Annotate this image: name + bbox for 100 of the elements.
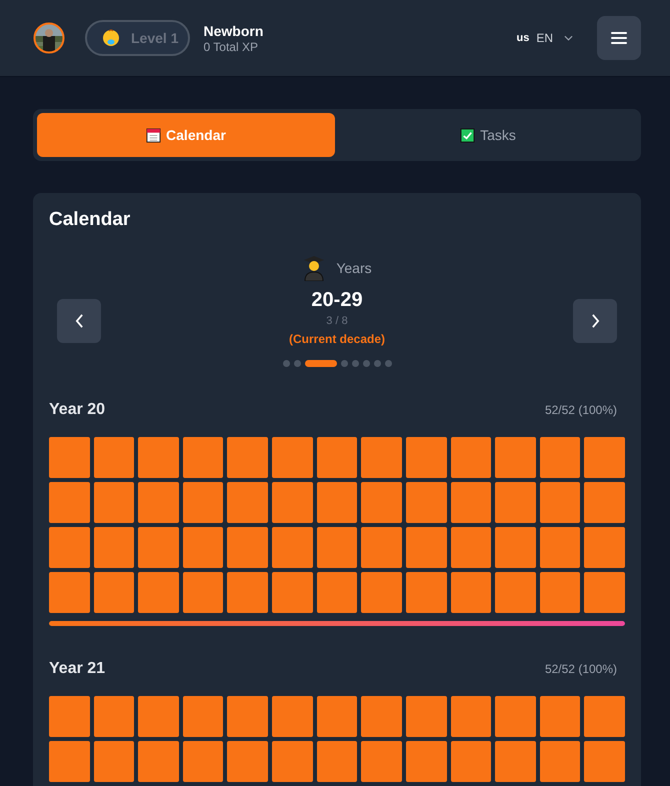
tab[interactable]: Tasks xyxy=(339,113,637,157)
week-cell[interactable] xyxy=(227,437,268,478)
week-cell[interactable] xyxy=(540,527,580,568)
week-cell[interactable] xyxy=(406,696,447,737)
week-cell[interactable] xyxy=(272,741,313,782)
week-cell[interactable] xyxy=(227,572,268,613)
week-cell[interactable] xyxy=(272,572,313,613)
week-cell[interactable] xyxy=(94,482,134,523)
week-cell[interactable] xyxy=(227,741,268,782)
week-cell[interactable] xyxy=(316,482,358,523)
week-cell[interactable] xyxy=(182,696,224,737)
week-cell[interactable] xyxy=(49,527,90,568)
menu-icon xyxy=(611,31,627,45)
week-cell[interactable] xyxy=(540,696,580,737)
week-cell[interactable] xyxy=(584,696,625,737)
week-cell[interactable] xyxy=(227,696,268,737)
week-cell[interactable] xyxy=(49,437,90,478)
week-cell[interactable] xyxy=(182,527,224,568)
rank-title: Newborn xyxy=(203,22,264,38)
week-cell[interactable] xyxy=(94,437,134,478)
week-cell[interactable] xyxy=(406,572,447,613)
week-cell[interactable] xyxy=(361,572,402,613)
week-cell[interactable] xyxy=(540,741,580,782)
week-cell[interactable] xyxy=(495,696,536,737)
week-cell[interactable] xyxy=(182,741,224,782)
week-cell[interactable] xyxy=(182,437,224,478)
week-cell[interactable] xyxy=(450,482,492,523)
page-dot[interactable] xyxy=(282,360,290,367)
week-cell[interactable] xyxy=(361,437,402,478)
week-cell[interactable] xyxy=(272,482,313,523)
week-cell[interactable] xyxy=(94,741,134,782)
year-title: Year 20 xyxy=(49,401,106,419)
week-cell[interactable] xyxy=(182,572,224,613)
week-cell[interactable] xyxy=(495,527,536,568)
page-dot[interactable] xyxy=(374,360,380,367)
week-cell[interactable] xyxy=(495,482,536,523)
week-cell[interactable] xyxy=(406,527,447,568)
week-cell[interactable] xyxy=(227,527,268,568)
week-cell[interactable] xyxy=(361,527,402,568)
week-cell[interactable] xyxy=(316,437,358,478)
week-cell[interactable] xyxy=(227,482,268,523)
week-cell[interactable] xyxy=(138,527,179,568)
graduate-icon xyxy=(302,255,326,281)
menu-button[interactable] xyxy=(597,16,641,60)
page-dot[interactable] xyxy=(340,360,348,367)
week-cell[interactable] xyxy=(450,437,492,478)
week-cell[interactable] xyxy=(316,527,358,568)
week-cell[interactable] xyxy=(450,572,492,613)
week-cell[interactable] xyxy=(450,527,492,568)
page-dot[interactable] xyxy=(352,360,358,367)
week-cell[interactable] xyxy=(316,696,358,737)
week-cell[interactable] xyxy=(361,741,402,782)
decade-range: 20-29 xyxy=(311,289,363,312)
week-cell[interactable] xyxy=(584,741,625,782)
week-cell[interactable] xyxy=(540,437,580,478)
page-dot[interactable] xyxy=(362,360,370,367)
week-cell[interactable] xyxy=(450,741,492,782)
language-selector[interactable]: us EN xyxy=(516,31,573,45)
week-cell[interactable] xyxy=(361,696,402,737)
week-cell[interactable] xyxy=(49,482,90,523)
week-cell[interactable] xyxy=(495,437,536,478)
week-cell[interactable] xyxy=(138,741,179,782)
week-cell[interactable] xyxy=(406,741,447,782)
week-cell[interactable] xyxy=(94,696,134,737)
week-cell[interactable] xyxy=(540,482,580,523)
week-cell[interactable] xyxy=(49,696,90,737)
chevron-right-icon xyxy=(590,314,600,328)
week-cell[interactable] xyxy=(138,482,179,523)
week-cell[interactable] xyxy=(94,572,134,613)
week-cell[interactable] xyxy=(138,572,179,613)
week-cell[interactable] xyxy=(138,696,179,737)
week-cell[interactable] xyxy=(584,527,625,568)
week-cell[interactable] xyxy=(584,482,625,523)
week-cell[interactable] xyxy=(316,741,358,782)
week-cell[interactable] xyxy=(495,572,536,613)
week-cell[interactable] xyxy=(272,437,313,478)
page-dot[interactable] xyxy=(294,360,300,367)
week-cell[interactable] xyxy=(361,482,402,523)
chevron-down-icon xyxy=(564,35,573,41)
week-cell[interactable] xyxy=(272,527,313,568)
week-cell[interactable] xyxy=(49,572,90,613)
page-dot[interactable] xyxy=(384,360,392,367)
week-cell[interactable] xyxy=(540,572,580,613)
week-cell[interactable] xyxy=(406,437,447,478)
next-button[interactable] xyxy=(573,299,617,343)
calendar-icon xyxy=(146,128,162,142)
week-cell[interactable] xyxy=(406,482,447,523)
week-cell[interactable] xyxy=(182,482,224,523)
week-cell[interactable] xyxy=(584,572,625,613)
week-cell[interactable] xyxy=(138,437,179,478)
week-cell[interactable] xyxy=(584,437,625,478)
week-cell[interactable] xyxy=(272,696,313,737)
xp-total: 0 Total XP xyxy=(203,40,259,54)
week-cell[interactable] xyxy=(94,527,134,568)
week-cell[interactable] xyxy=(495,741,536,782)
week-cell[interactable] xyxy=(49,741,90,782)
week-cell[interactable] xyxy=(450,696,492,737)
previous-button[interactable] xyxy=(57,299,101,343)
current-note: (Current decade) xyxy=(288,332,386,346)
week-cell[interactable] xyxy=(316,572,358,613)
